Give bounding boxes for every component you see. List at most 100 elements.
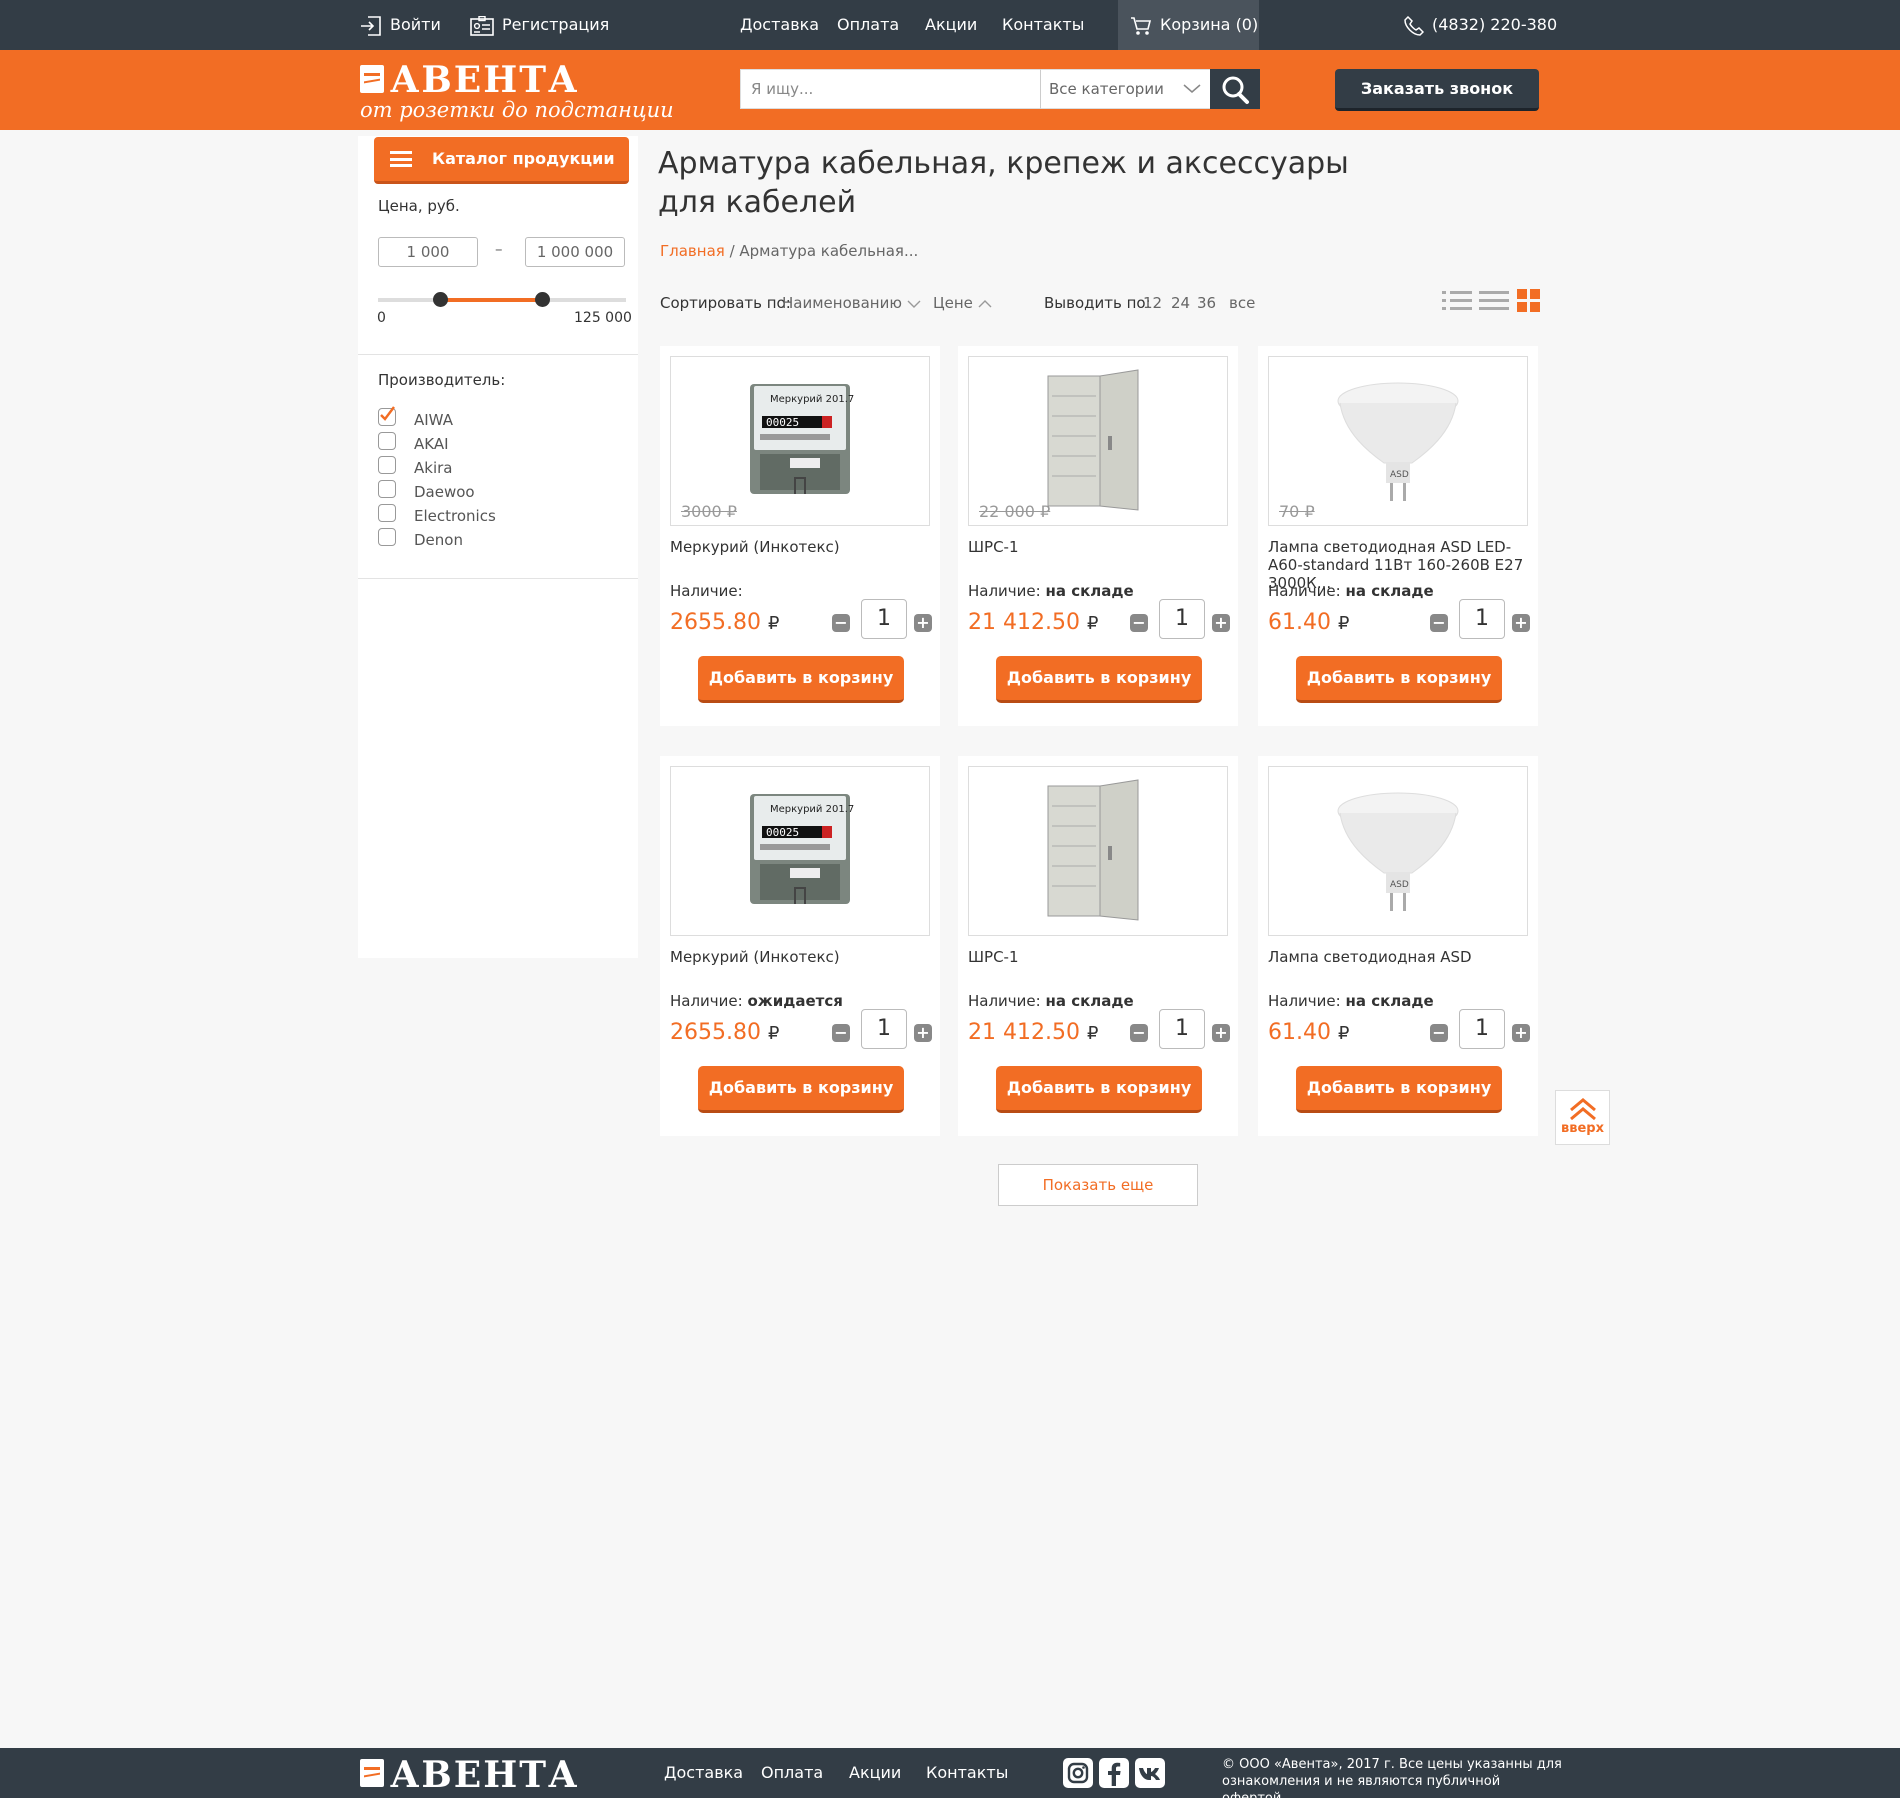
show-36[interactable]: 36	[1197, 294, 1216, 312]
footer-nav-promotions[interactable]: Акции	[849, 1748, 901, 1798]
login-link[interactable]: Войти	[360, 0, 441, 50]
scroll-to-top-button[interactable]: вверх	[1555, 1090, 1610, 1145]
product-price: 2655.80 ₽	[670, 610, 780, 635]
qty-increase-button[interactable]: +	[914, 1024, 932, 1042]
show-all[interactable]: все	[1229, 294, 1255, 312]
price-from-input[interactable]: 1 000	[378, 237, 478, 267]
show-24[interactable]: 24	[1171, 294, 1190, 312]
chevron-up-icon	[978, 300, 992, 308]
qty-decrease-button[interactable]: −	[1130, 1024, 1148, 1042]
product-image[interactable]	[968, 766, 1228, 936]
search-input[interactable]: Я ищу...	[740, 69, 1062, 109]
nav-promotions[interactable]: Акции	[925, 0, 977, 50]
add-to-cart-button[interactable]: Добавить в корзину	[996, 1066, 1202, 1113]
manufacturer-label[interactable]: Daewoo	[414, 483, 475, 501]
qty-input[interactable]: 1	[861, 599, 907, 639]
footer-logo[interactable]: АВЕНТА	[360, 1755, 640, 1793]
catalog-button[interactable]: Каталог продукции	[374, 137, 629, 184]
product-name[interactable]: ШРС-1	[968, 538, 1238, 556]
cart-link[interactable]: Корзина (0)	[1118, 0, 1259, 50]
add-to-cart-button[interactable]: Добавить в корзину	[996, 656, 1202, 703]
copyright-text: © ООО «Авента», 2017 г. Все цены указанн…	[1222, 1757, 1562, 1798]
product-price: 2655.80 ₽	[670, 1020, 780, 1045]
manufacturer-label[interactable]: Electronics	[414, 507, 496, 525]
availability: Наличие: на складе	[1268, 992, 1434, 1010]
show-more-button[interactable]: Показать еще	[998, 1164, 1198, 1206]
nav-delivery[interactable]: Доставка	[740, 0, 819, 50]
register-link[interactable]: Регистрация	[470, 0, 609, 50]
facebook-icon[interactable]	[1099, 1758, 1129, 1788]
add-to-cart-button[interactable]: Добавить в корзину	[1296, 1066, 1502, 1113]
nav-payment[interactable]: Оплата	[837, 0, 899, 50]
sort-by-price[interactable]: Цене	[933, 294, 992, 312]
manufacturer-checkbox[interactable]	[378, 480, 396, 498]
footer-nav-delivery[interactable]: Доставка	[664, 1748, 743, 1798]
manufacturer-label[interactable]: Denon	[414, 531, 463, 549]
qty-input[interactable]: 1	[1459, 1009, 1505, 1049]
logo[interactable]: АВЕНТА от розетки до подстанции	[360, 62, 674, 122]
qty-decrease-button[interactable]: −	[1130, 614, 1148, 632]
nav-contacts[interactable]: Контакты	[1002, 0, 1084, 50]
manufacturer-label[interactable]: Akira	[414, 459, 452, 477]
product-image[interactable]: Меркурий 201.7 00025 3000 ₽	[670, 356, 930, 526]
manufacturer-label[interactable]: AKAI	[414, 435, 449, 453]
availability: Наличие: на складе	[1268, 582, 1434, 600]
product-name[interactable]: Лампа светодиодная ASD	[1268, 948, 1538, 966]
product-name[interactable]: Меркурий (Инкотекс)	[670, 948, 940, 966]
vk-icon[interactable]	[1135, 1758, 1165, 1788]
manufacturer-checkbox[interactable]	[378, 456, 396, 474]
qty-increase-button[interactable]: +	[1512, 1024, 1530, 1042]
qty-decrease-button[interactable]: −	[832, 614, 850, 632]
request-call-button[interactable]: Заказать звонок	[1335, 69, 1539, 111]
sort-label: Сортировать по:	[660, 294, 791, 312]
add-to-cart-button[interactable]: Добавить в корзину	[1296, 656, 1502, 703]
qty-increase-button[interactable]: +	[1212, 1024, 1230, 1042]
svg-text:ASD: ASD	[1390, 880, 1409, 890]
breadcrumb-home[interactable]: Главная	[660, 242, 725, 260]
price-range-max-handle[interactable]	[534, 292, 550, 307]
footer-nav-payment[interactable]: Оплата	[761, 1748, 823, 1798]
phone-number[interactable]: (4832) 220-380	[1404, 0, 1557, 50]
qty-input[interactable]: 1	[1159, 599, 1205, 639]
product-image[interactable]: ASD	[1268, 766, 1528, 936]
manufacturer-checkbox[interactable]	[378, 528, 396, 546]
old-price: 22 000 ₽	[979, 502, 1051, 521]
product-card: Меркурий 201.7 00025 3000 ₽ Меркурий (Инкот…	[660, 346, 940, 726]
qty-input[interactable]: 1	[1459, 599, 1505, 639]
price-label: Цена, руб.	[378, 197, 460, 215]
view-list-detailed-icon[interactable]	[1442, 290, 1472, 312]
qty-decrease-button[interactable]: −	[1430, 614, 1448, 632]
instagram-icon[interactable]	[1063, 1758, 1093, 1788]
logo-mark-icon	[360, 65, 384, 93]
product-image[interactable]: ASD 70 ₽	[1268, 356, 1528, 526]
qty-input[interactable]: 1	[1159, 1009, 1205, 1049]
manufacturer-checkbox[interactable]	[378, 504, 396, 522]
add-to-cart-button[interactable]: Добавить в корзину	[698, 656, 904, 703]
product-image[interactable]: 22 000 ₽	[968, 356, 1228, 526]
qty-increase-button[interactable]: +	[914, 614, 932, 632]
view-grid-icon[interactable]	[1517, 289, 1540, 312]
view-list-icon[interactable]	[1479, 290, 1509, 312]
price-to-input[interactable]: 1 000 000	[525, 237, 625, 267]
category-select[interactable]: Все категории	[1040, 69, 1212, 109]
qty-input[interactable]: 1	[861, 1009, 907, 1049]
price-range-fill	[440, 298, 542, 302]
product-name[interactable]: Меркурий (Инкотекс)	[670, 538, 940, 556]
sort-by-name[interactable]: Наименованию	[782, 294, 921, 312]
qty-decrease-button[interactable]: −	[832, 1024, 850, 1042]
manufacturer-checkbox[interactable]	[378, 432, 396, 450]
footer-nav-contacts[interactable]: Контакты	[926, 1748, 1008, 1798]
price-range-min-handle[interactable]	[433, 292, 448, 307]
qty-decrease-button[interactable]: −	[1430, 1024, 1448, 1042]
search-button[interactable]	[1210, 69, 1260, 109]
phone-icon	[1404, 15, 1425, 36]
qty-increase-button[interactable]: +	[1512, 614, 1530, 632]
add-to-cart-button[interactable]: Добавить в корзину	[698, 1066, 904, 1113]
manufacturer-checkbox[interactable]	[378, 406, 396, 426]
show-12[interactable]: 12	[1143, 294, 1162, 312]
manufacturer-label[interactable]: AIWA	[414, 411, 453, 429]
qty-increase-button[interactable]: +	[1212, 614, 1230, 632]
product-name[interactable]: ШРС-1	[968, 948, 1238, 966]
product-image[interactable]: Меркурий 201.7 00025	[670, 766, 930, 936]
svg-text:00025: 00025	[766, 826, 799, 839]
